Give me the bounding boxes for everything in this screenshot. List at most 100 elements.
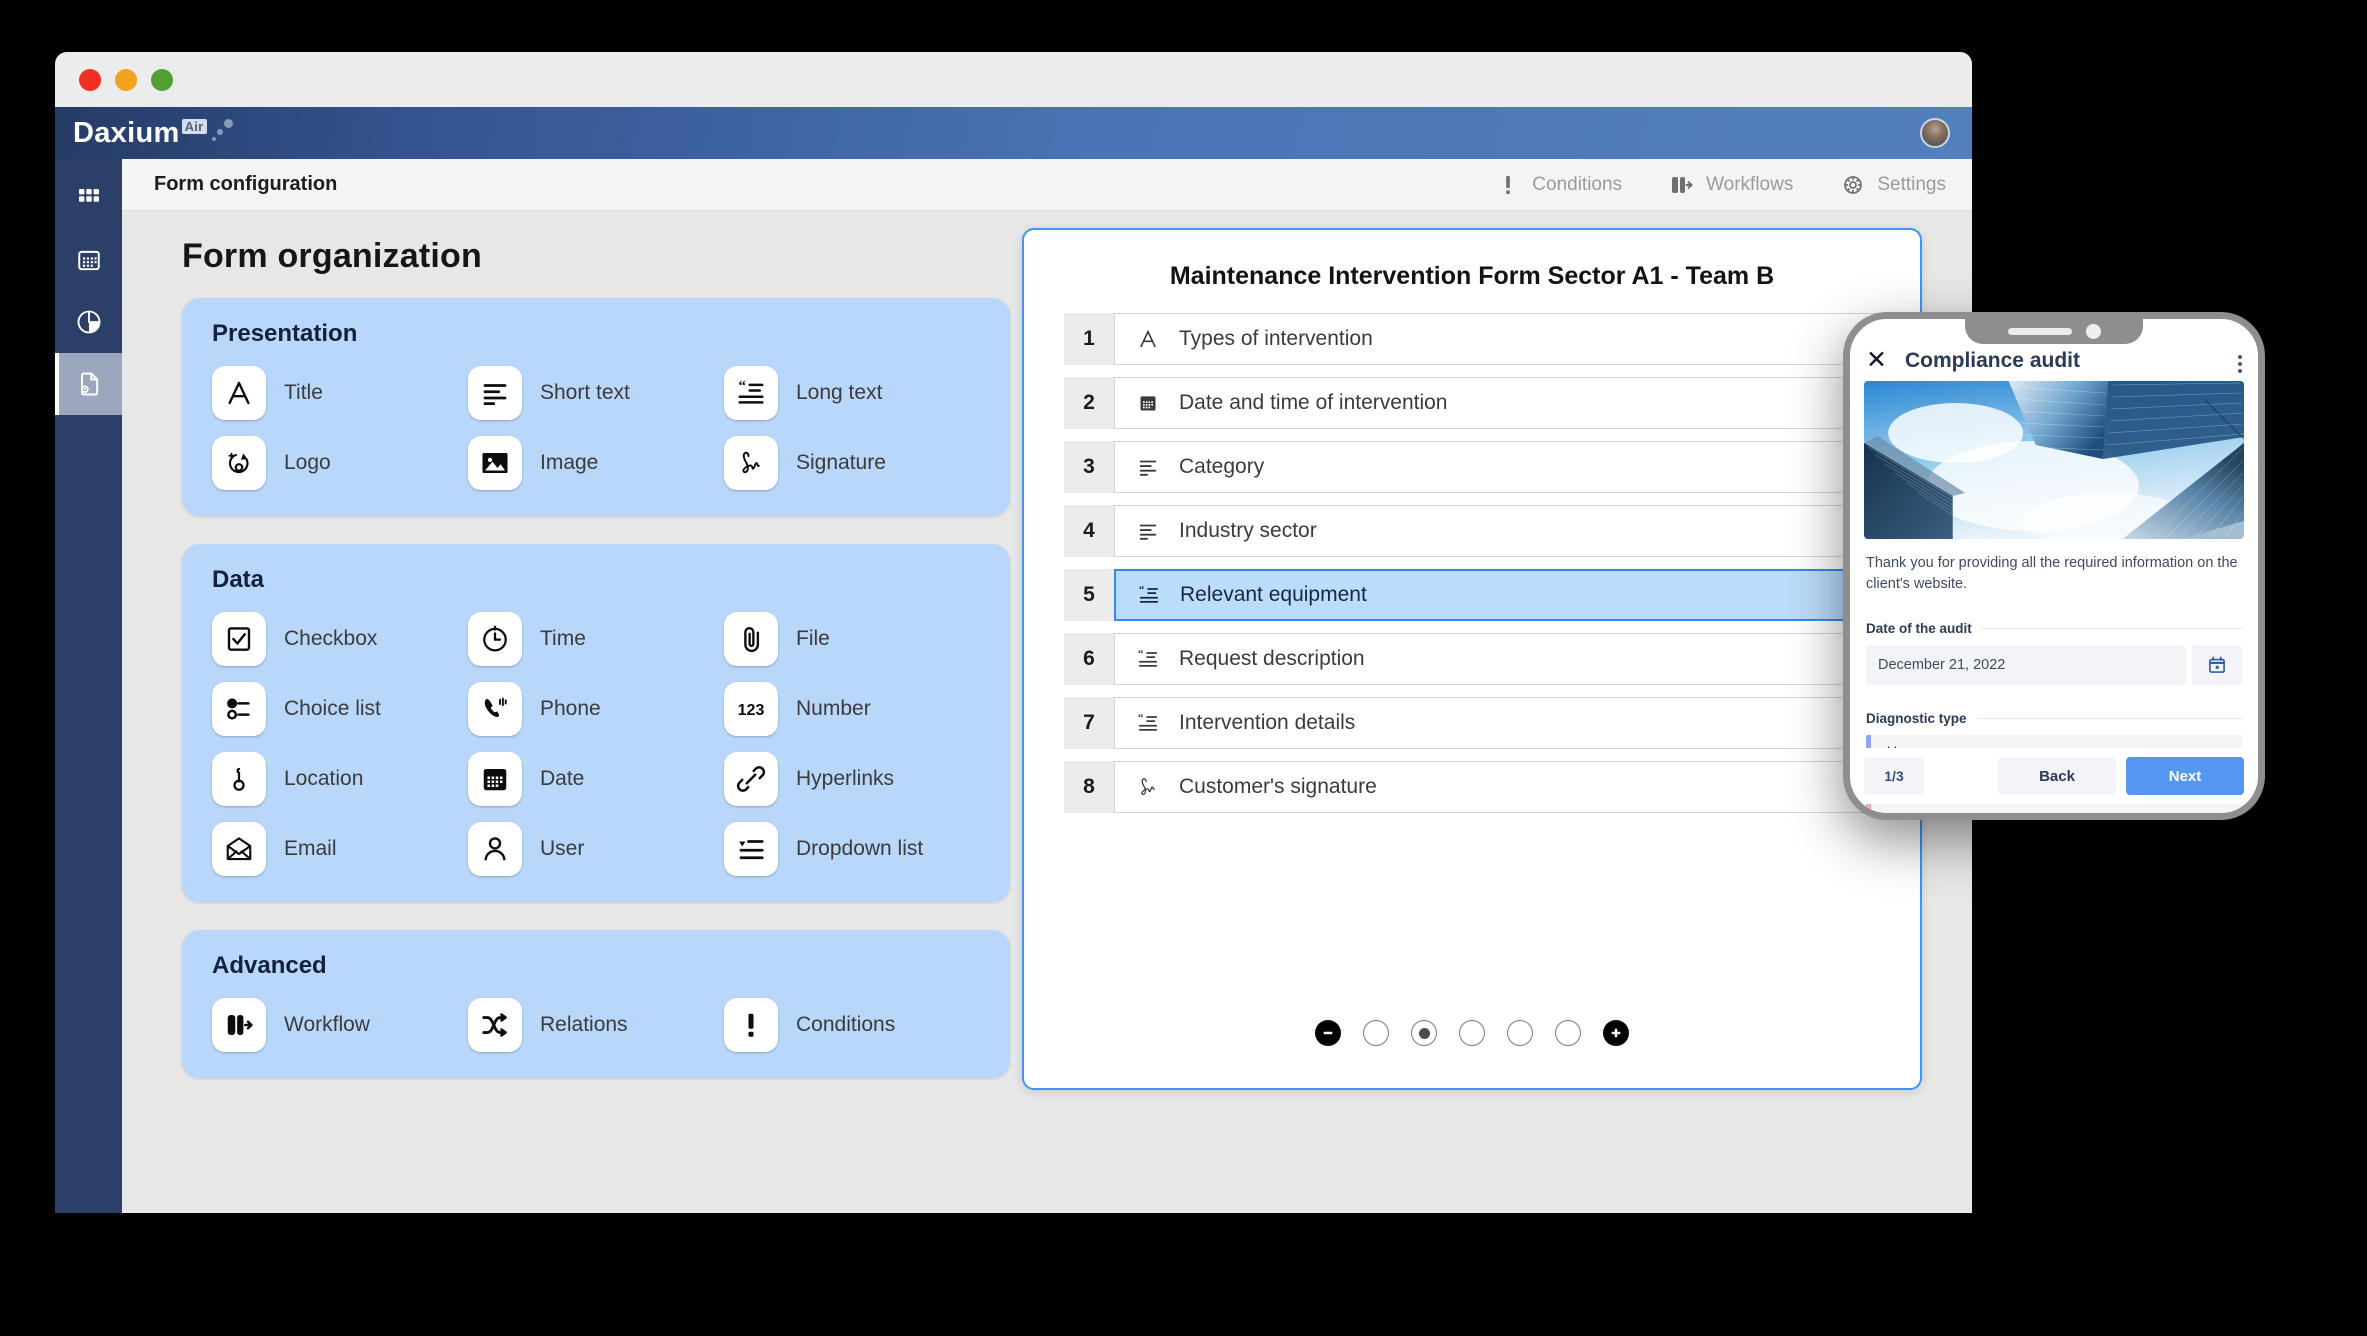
palette-item-phone[interactable]: Phone — [468, 682, 724, 736]
table-row[interactable]: 2 Date and time of intervention — [1064, 377, 1880, 429]
palette-item-signature[interactable]: Signature — [724, 436, 980, 490]
close-window-button[interactable] — [79, 68, 101, 91]
toolbar-conditions-button[interactable]: Conditions — [1496, 173, 1622, 197]
row-field[interactable]: Industry sector — [1114, 505, 1880, 557]
number-123-icon: 123 — [724, 682, 778, 736]
palette-item-image[interactable]: Image — [468, 436, 724, 490]
palette-item-label: Signature — [796, 450, 886, 474]
table-row[interactable]: 5 “ Relevant equipment — [1064, 569, 1880, 621]
long-text-icon: “ — [1135, 710, 1161, 736]
row-field[interactable]: Customer's signature — [1114, 761, 1880, 813]
row-label: Intervention details — [1179, 711, 1356, 734]
palette-item-email[interactable]: Email — [212, 822, 468, 876]
table-row[interactable]: 7 “ Intervention details — [1064, 697, 1880, 749]
table-row[interactable]: 6 “ Request description — [1064, 633, 1880, 685]
left-rail — [55, 159, 122, 1213]
envelope-icon — [212, 822, 266, 876]
list-item[interactable]: Energy efficiency diagnosis — [1866, 817, 2242, 820]
row-field[interactable]: Category — [1114, 441, 1880, 493]
row-number: 3 — [1064, 441, 1114, 493]
palette-item-file[interactable]: File — [724, 612, 980, 666]
add-page-button[interactable] — [1603, 1020, 1629, 1046]
row-number: 4 — [1064, 505, 1114, 557]
brand-bar: Daxium Air — [55, 107, 1972, 159]
sidebar-item-reports[interactable] — [55, 291, 122, 353]
palette-item-title[interactable]: Title — [212, 366, 468, 420]
row-label: Customer's signature — [1179, 775, 1377, 798]
close-icon[interactable]: ✕ — [1866, 348, 1887, 373]
letter-a-icon — [212, 366, 266, 420]
app-logo[interactable]: Daxium Air — [73, 117, 249, 150]
sidebar-item-apps[interactable] — [55, 167, 122, 229]
minimize-window-button[interactable] — [115, 68, 137, 91]
palette-item-user[interactable]: User — [468, 822, 724, 876]
table-row[interactable]: 3 Category — [1064, 441, 1880, 493]
page-dot-5[interactable] — [1555, 1020, 1581, 1046]
palette-column: Form organization Presentation Title Sho… — [122, 237, 1082, 1213]
svg-text:“: “ — [1139, 584, 1145, 596]
palette-item-checkbox[interactable]: Checkbox — [212, 612, 468, 666]
table-row[interactable]: 8 Customer's signature — [1064, 761, 1880, 813]
table-row[interactable]: 4 Industry sector — [1064, 505, 1880, 557]
row-field[interactable]: Date and time of intervention — [1114, 377, 1880, 429]
palette-item-long-text[interactable]: “ Long text — [724, 366, 980, 420]
logo-icon — [212, 436, 266, 490]
palette-item-logo[interactable]: Logo — [212, 436, 468, 490]
location-pin-icon — [212, 752, 266, 806]
long-text-icon: “ — [1136, 582, 1162, 608]
date-input[interactable]: December 21, 2022 — [1866, 645, 2186, 686]
link-icon — [724, 752, 778, 806]
page-dot-2[interactable] — [1411, 1020, 1437, 1046]
page-dot-3[interactable] — [1459, 1020, 1485, 1046]
toolbar-workflows-button[interactable]: Workflows — [1670, 173, 1793, 197]
palette-item-short-text[interactable]: Short text — [468, 366, 724, 420]
page-dot-4[interactable] — [1507, 1020, 1533, 1046]
row-number: 7 — [1064, 697, 1114, 749]
row-field[interactable]: “ Request description — [1114, 633, 1880, 685]
image-icon — [468, 436, 522, 490]
window-titlebar — [55, 52, 1972, 107]
palette-item-hyperlinks[interactable]: Hyperlinks — [724, 752, 980, 806]
toolbar-settings-label: Settings — [1877, 173, 1946, 195]
palette-item-location[interactable]: Location — [212, 752, 468, 806]
short-text-icon — [468, 366, 522, 420]
palette-advanced: Advanced Workflow Relations Conditions — [182, 930, 1040, 1078]
sidebar-item-form-config[interactable] — [55, 353, 122, 415]
next-button[interactable]: Next — [2126, 757, 2244, 795]
back-button[interactable]: Back — [1998, 757, 2116, 795]
row-field[interactable]: “ Relevant equipment — [1114, 569, 1880, 621]
palette-item-workflow[interactable]: Workflow — [212, 998, 468, 1052]
sidebar-item-calendar[interactable] — [55, 229, 122, 291]
maximize-window-button[interactable] — [151, 68, 173, 91]
table-row[interactable]: 1 Types of intervention — [1064, 313, 1880, 365]
palette-item-choice-list[interactable]: Choice list — [212, 682, 468, 736]
phone-footer: 1/3 Back Next — [1850, 748, 2258, 804]
palette-item-number[interactable]: 123 Number — [724, 682, 980, 736]
palette-item-label: Relations — [540, 1012, 628, 1036]
phone-mockup: ✕ Compliance audit Thank you for providi… — [1843, 312, 2265, 820]
page-indicator: 1/3 — [1864, 757, 1924, 795]
phone-notch — [1965, 319, 2143, 344]
page-breadcrumb: Form configuration — [154, 173, 338, 195]
row-label: Types of intervention — [1179, 327, 1373, 350]
palette-item-time[interactable]: Time — [468, 612, 724, 666]
letter-a-icon — [1135, 326, 1161, 352]
date-picker-button[interactable] — [2192, 645, 2242, 686]
palette-item-dropdown-list[interactable]: Dropdown list — [724, 822, 980, 876]
palette-item-label: Email — [284, 836, 337, 860]
palette-item-date[interactable]: Date — [468, 752, 724, 806]
row-label: Request description — [1179, 647, 1365, 670]
page-dot-1[interactable] — [1363, 1020, 1389, 1046]
row-field[interactable]: “ Intervention details — [1114, 697, 1880, 749]
palette-item-label: Long text — [796, 380, 883, 404]
user-avatar[interactable] — [1920, 118, 1950, 148]
svg-text:“: “ — [739, 379, 747, 395]
diagnostic-type-label: Diagnostic type — [1866, 711, 2242, 726]
palette-presentation: Presentation Title Short text “ Long tex… — [182, 298, 1040, 516]
toolbar-settings-button[interactable]: Settings — [1841, 173, 1946, 197]
palette-item-relations[interactable]: Relations — [468, 998, 724, 1052]
remove-page-button[interactable] — [1315, 1020, 1341, 1046]
row-field[interactable]: Types of intervention — [1114, 313, 1880, 365]
kebab-menu-icon[interactable] — [2238, 355, 2242, 373]
palette-item-conditions[interactable]: Conditions — [724, 998, 980, 1052]
